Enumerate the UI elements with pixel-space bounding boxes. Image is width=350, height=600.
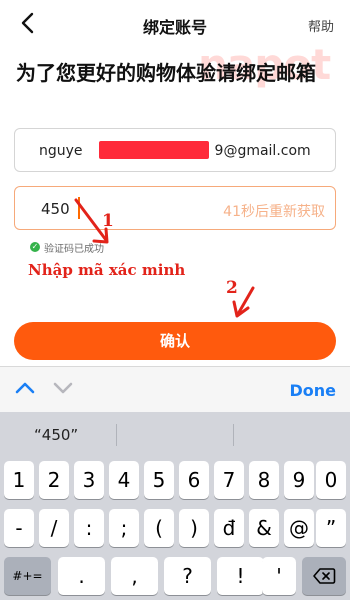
annotation-label: Nhập mã xác minh [28,261,186,279]
key-7[interactable]: 7 [214,461,244,499]
key-apostrophe[interactable]: ' [262,557,296,595]
key-0[interactable]: 0 [316,461,346,499]
key-quote[interactable]: ” [316,509,346,547]
key-slash[interactable]: / [39,509,69,547]
backspace-icon [313,568,336,584]
key-colon[interactable]: : [74,509,104,547]
next-field-button[interactable] [52,380,74,400]
key-question[interactable]: ? [164,557,211,595]
keyboard: “450” 1 2 3 4 5 6 7 8 9 0 - / : ; ( ) đ … [0,412,350,600]
key-period[interactable]: . [58,557,105,595]
annotation-step-1: 1 [102,211,114,231]
key-comma[interactable]: , [111,557,158,595]
suggestion-bar: “450” [0,412,350,456]
backspace-key[interactable] [302,557,346,595]
key-close-paren[interactable]: ) [179,509,209,547]
annotation-step-2: 2 [226,278,238,298]
previous-field-button[interactable] [14,380,36,400]
key-open-paren[interactable]: ( [144,509,174,547]
key-4[interactable]: 4 [109,461,139,499]
key-2[interactable]: 2 [39,461,69,499]
key-semicolon[interactable]: ; [109,509,139,547]
key-6[interactable]: 6 [179,461,209,499]
chevron-up-icon [15,382,35,394]
chevron-down-icon [53,382,73,394]
key-1[interactable]: 1 [4,461,34,499]
key-at[interactable]: @ [284,509,314,547]
key-dash[interactable]: - [4,509,34,547]
key-9[interactable]: 9 [284,461,314,499]
key-3[interactable]: 3 [74,461,104,499]
key-8[interactable]: 8 [249,461,279,499]
key-exclamation[interactable]: ! [217,557,264,595]
key-ampersand[interactable]: & [249,509,279,547]
suggestion-item[interactable]: “450” [34,426,78,444]
confirm-button[interactable]: 确认 [14,322,336,360]
keyboard-toolbar: Done [0,366,350,412]
done-button[interactable]: Done [289,381,336,400]
key-5[interactable]: 5 [144,461,174,499]
key-more-symbols[interactable]: #+= [4,557,51,595]
key-dong[interactable]: đ [214,509,244,547]
